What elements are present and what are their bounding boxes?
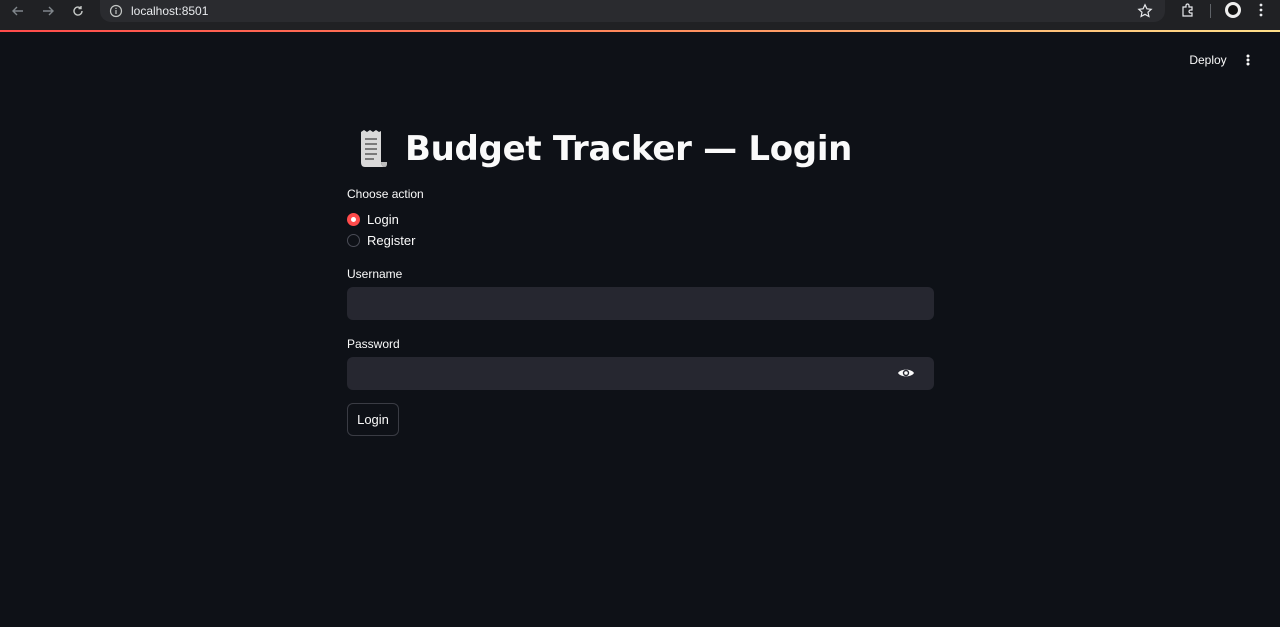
site-info-icon[interactable] [109, 4, 123, 18]
back-button[interactable] [7, 0, 29, 22]
username-input[interactable] [347, 287, 934, 320]
browser-menu-icon[interactable] [1254, 2, 1268, 18]
profile-avatar[interactable] [1225, 2, 1241, 18]
main-menu-button[interactable] [1240, 50, 1256, 70]
header-decoration-bar [0, 30, 1280, 32]
deploy-button[interactable]: Deploy [1184, 50, 1232, 70]
forward-arrow-icon [43, 6, 54, 16]
browser-toolbar: localhost:8501 [0, 0, 1280, 30]
login-submit-button[interactable]: Login [347, 403, 399, 436]
more-vertical-icon [1246, 54, 1250, 66]
password-label: Password [347, 337, 400, 351]
toolbar-divider [1210, 4, 1211, 18]
username-label: Username [347, 267, 403, 281]
radio-register-indicator[interactable] [347, 233, 360, 247]
password-input[interactable] [347, 357, 934, 390]
page-title-row: Budget Tracker — Login [357, 125, 934, 173]
address-bar[interactable]: localhost:8501 [100, 0, 1165, 22]
main-content: Budget Tracker — Login Choose action Log… [347, 125, 934, 436]
bookmark-star-icon[interactable] [1137, 3, 1153, 19]
page-title: Budget Tracker — Login [405, 129, 853, 169]
radio-option-login[interactable]: Login [347, 210, 399, 228]
radio-login-selected-indicator[interactable] [347, 212, 360, 226]
url-text: localhost:8501 [131, 4, 209, 18]
show-password-eye-icon[interactable] [897, 364, 915, 382]
extensions-puzzle-icon[interactable] [1180, 2, 1196, 18]
radio-register-label: Register [367, 232, 416, 248]
radio-login-label: Login [367, 211, 399, 227]
receipt-icon [361, 130, 387, 167]
forward-button[interactable] [37, 0, 59, 22]
back-arrow-icon [12, 6, 23, 16]
reload-icon [73, 6, 83, 16]
radio-option-register[interactable]: Register [347, 231, 415, 249]
reload-button[interactable] [67, 0, 89, 22]
choose-action-label: Choose action [347, 187, 424, 201]
